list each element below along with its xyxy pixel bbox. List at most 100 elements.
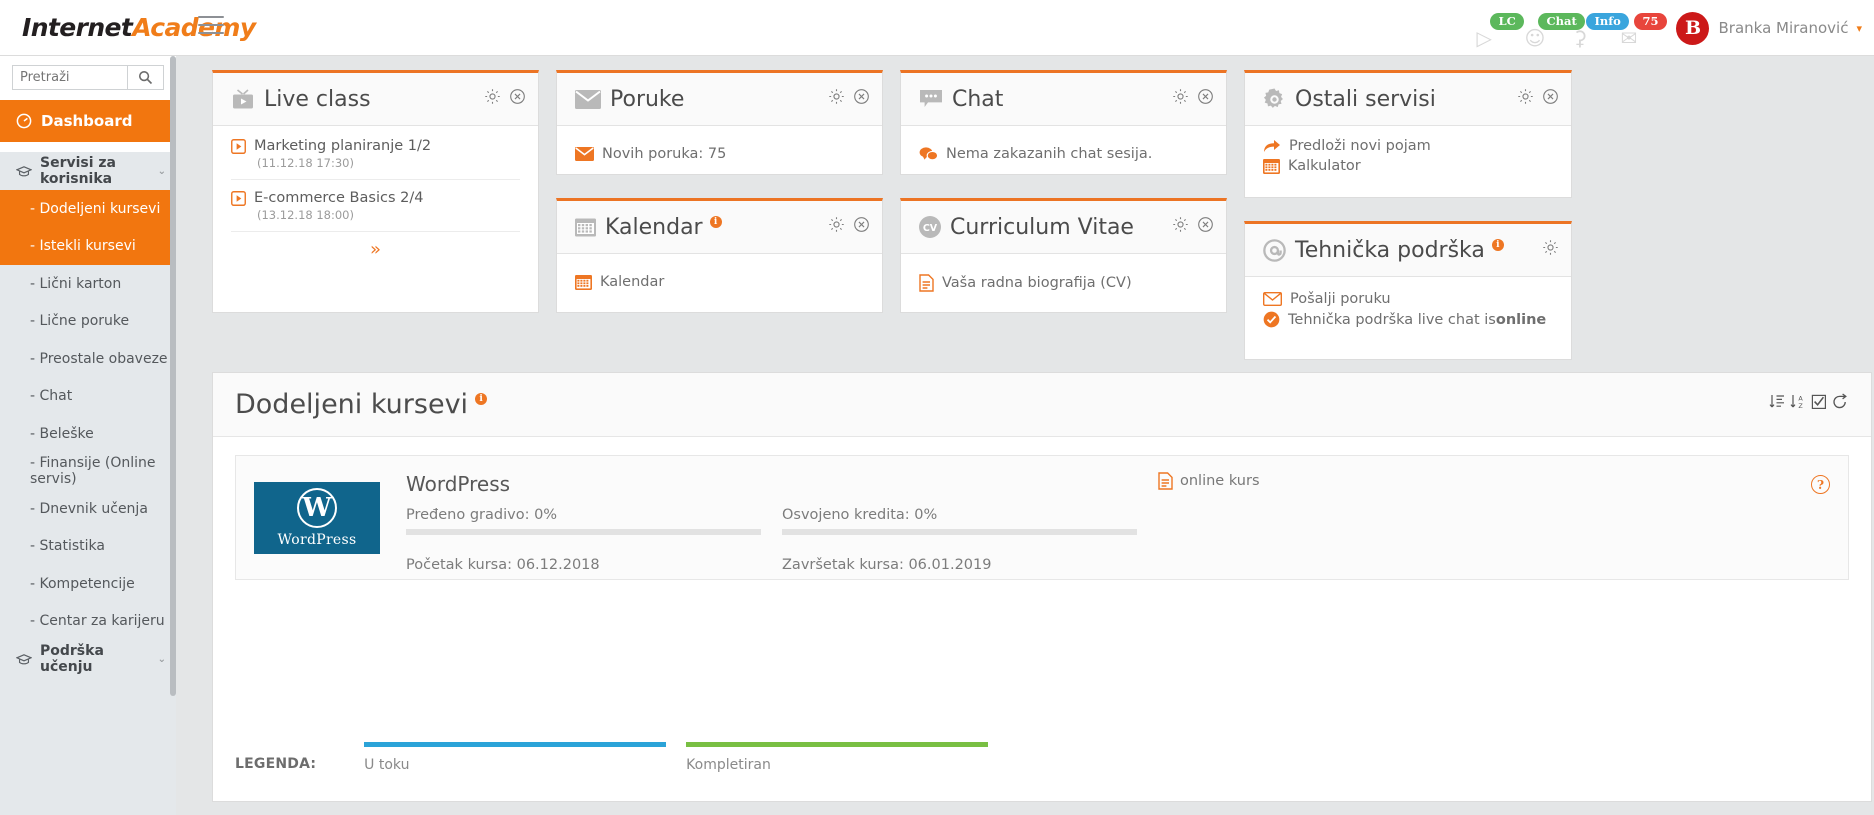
- gear-icon[interactable]: [828, 88, 845, 105]
- messages-row[interactable]: Novih poruka: 75: [575, 140, 864, 168]
- cv-row[interactable]: Vaša radna biografija (CV): [919, 268, 1208, 298]
- sidebar-item-beleske[interactable]: - Beleške: [0, 415, 176, 453]
- avatar[interactable]: B: [1676, 11, 1710, 45]
- notification-live-class[interactable]: ▷ LC: [1474, 8, 1524, 48]
- svg-text:CV: CV: [923, 223, 938, 234]
- widget-chat: Chat Nema zakazanih chat sesija.: [900, 70, 1227, 175]
- close-icon[interactable]: [1197, 88, 1214, 105]
- sidebar-item-dashboard[interactable]: Dashboard: [0, 100, 176, 142]
- gear-icon[interactable]: [1517, 88, 1534, 105]
- search-input[interactable]: [13, 66, 127, 89]
- sidebar-item-label: - Centar za karijeru: [30, 613, 165, 630]
- sidebar-item-label: - Statistika: [30, 538, 105, 555]
- help-icon[interactable]: ?: [1811, 475, 1830, 494]
- support-status-label: Tehnička podrška live chat is: [1288, 311, 1496, 328]
- gear-icon[interactable]: [1542, 239, 1559, 256]
- calendar-orange-icon: [575, 274, 592, 290]
- info-icon[interactable]: i: [475, 392, 488, 405]
- cv-icon: CV: [919, 216, 941, 238]
- course-end-label: Završetak kursa: 06.01.2019: [782, 557, 992, 573]
- info-icon[interactable]: i: [1491, 239, 1504, 251]
- widget-body: Kalendar: [557, 254, 882, 310]
- close-icon[interactable]: [853, 216, 870, 233]
- cv-row-label: Vaša radna biografija (CV): [942, 275, 1132, 291]
- sidebar-group-podrska[interactable]: Podrška učenju ⌄: [0, 640, 176, 678]
- top-header-bar: InternetAcademy ▷ LC ☺ Chat ⚳ Info ✉ 75 …: [0, 0, 1874, 56]
- gear-big-icon: [1263, 87, 1286, 111]
- gear-icon[interactable]: [484, 88, 501, 105]
- search-button[interactable]: [127, 66, 163, 89]
- notification-messages[interactable]: ✉ 75: [1618, 8, 1667, 48]
- calculator-row[interactable]: Kalkulator: [1263, 156, 1553, 176]
- legend: LEGENDA: U toku Kompletiran: [235, 742, 1008, 773]
- close-icon[interactable]: [1197, 216, 1214, 233]
- panel-title-label: Dodeljeni kursevi: [235, 389, 469, 420]
- sidebar-item-kompetencije[interactable]: - Kompetencije: [0, 565, 176, 603]
- gear-icon[interactable]: [1172, 88, 1189, 105]
- widget-body: Predloži novi pojam Kalkulator: [1245, 126, 1571, 186]
- sidebar-item-label: - Chat: [30, 388, 73, 405]
- close-icon[interactable]: [509, 88, 526, 105]
- panel-header: Dodeljeni kursevi i AZ: [213, 373, 1871, 437]
- chevron-down-icon: ⌄: [157, 165, 166, 177]
- refresh-icon[interactable]: [1831, 391, 1849, 413]
- widget-tools: [1172, 88, 1214, 105]
- sidebar-item-centar-za-karijeru[interactable]: - Centar za karijeru: [0, 603, 176, 641]
- graduation-cap-icon: [16, 653, 32, 666]
- sidebar-item-chat[interactable]: - Chat: [0, 378, 176, 416]
- sidebar-item-dnevnik-ucenja[interactable]: - Dnevnik učenja: [0, 490, 176, 528]
- bell-icon: ⚳: [1572, 26, 1588, 50]
- sidebar-item-dodeljeni-kursevi[interactable]: - Dodeljeni kursevi: [0, 190, 176, 228]
- sort-numeric-icon[interactable]: [1768, 391, 1786, 413]
- send-message-row[interactable]: Pošalji poruku: [1263, 289, 1553, 309]
- widget-body: Novih poruka: 75: [557, 126, 882, 182]
- sidebar-scrollbar[interactable]: [170, 56, 176, 696]
- chat-row[interactable]: Nema zakazanih chat sesija.: [919, 140, 1208, 168]
- logo-part-one: Internet: [22, 13, 133, 42]
- info-icon[interactable]: i: [709, 216, 722, 228]
- suggest-term-row[interactable]: Predloži novi pojam: [1263, 136, 1553, 156]
- legend-text-completed: Kompletiran: [686, 757, 771, 773]
- messages-badge: 75: [1634, 13, 1667, 31]
- course-credits-label: Osvojeno kredita: 0%: [782, 507, 938, 523]
- checkbox-icon[interactable]: [1810, 391, 1828, 413]
- search-box[interactable]: [12, 65, 164, 90]
- close-icon[interactable]: [853, 88, 870, 105]
- widget-body: Marketing planiranje 1/2 (11.12.18 17:30…: [213, 126, 538, 269]
- list-item[interactable]: E-commerce Basics 2/4 (13.12.18 18:00): [231, 180, 520, 232]
- calendar-icon: [575, 217, 596, 237]
- sidebar-item-licne-poruke[interactable]: - Lične poruke: [0, 303, 176, 341]
- legend-bar-in-progress: [364, 742, 667, 747]
- sort-alpha-icon[interactable]: AZ: [1789, 391, 1807, 413]
- sidebar-group-servisi-label: Servisi za korisnika: [40, 155, 117, 187]
- calculator-label: Kalkulator: [1288, 158, 1361, 174]
- course-card[interactable]: W WordPress WordPress Pređeno gradivo: 0…: [235, 455, 1849, 580]
- sidebar-item-statistika[interactable]: - Statistika: [0, 528, 176, 566]
- sidebar-item-preostale-obaveze[interactable]: - Preostale obaveze: [0, 340, 176, 378]
- sidebar-dashboard-label: Dashboard: [41, 112, 133, 130]
- chevron-down-icon[interactable]: ▾: [1856, 22, 1862, 35]
- hamburger-icon[interactable]: [198, 16, 224, 38]
- gear-icon[interactable]: [828, 216, 845, 233]
- user-name-label: Branka Miranović: [1718, 19, 1849, 37]
- widget-poruke: Poruke Novih poruka: 75: [556, 70, 883, 175]
- online-course-link[interactable]: online kurs: [1158, 472, 1260, 490]
- close-icon[interactable]: [1542, 88, 1559, 105]
- sidebar-item-label: - Dodeljeni kursevi: [30, 200, 161, 217]
- sidebar-group-servisi[interactable]: Servisi za korisnika ⌄: [0, 152, 176, 190]
- notification-chat[interactable]: ☺ Chat: [1522, 8, 1585, 48]
- legend-entry-in-progress: U toku: [364, 742, 667, 773]
- list-item[interactable]: Marketing planiranje 1/2 (11.12.18 17:30…: [231, 134, 520, 180]
- notification-info[interactable]: ⚳ Info: [1570, 8, 1629, 50]
- sidebar-item-istekli-kursevi[interactable]: - Istekli kursevi: [0, 227, 176, 265]
- search-icon: [138, 70, 153, 85]
- sidebar-item-finansije[interactable]: - Finansije (Online servis): [0, 453, 176, 491]
- gear-icon[interactable]: [1172, 216, 1189, 233]
- tv-play-icon: [231, 88, 255, 110]
- sidebar-item-label: - Lični karton: [30, 275, 122, 292]
- chevron-double-down-icon[interactable]: »: [231, 232, 520, 259]
- sidebar-item-licni-karton[interactable]: - Lični karton: [0, 265, 176, 303]
- calendar-row[interactable]: Kalendar: [575, 268, 864, 296]
- chevron-down-icon: ⌄: [157, 653, 166, 665]
- widget-tools: [1517, 88, 1559, 105]
